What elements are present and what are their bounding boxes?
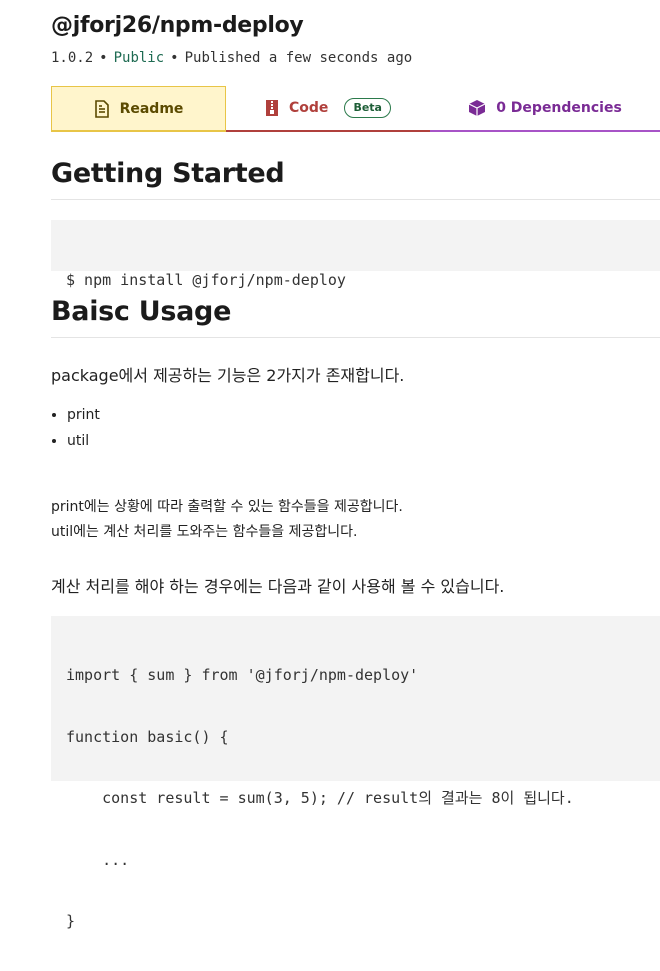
cube-icon — [468, 100, 486, 116]
version-label: 1.0.2 — [51, 50, 94, 66]
feature-list: print util — [51, 402, 100, 454]
zip-file-icon — [266, 100, 279, 116]
list-item: print — [67, 402, 100, 428]
meta-separator: • — [99, 50, 108, 66]
code-line: import { sum } from '@jforj/npm-deploy' — [66, 666, 419, 684]
code-line: ... — [66, 850, 130, 869]
description-line: print에는 상황에 따라 출력할 수 있는 함수들을 제공합니다. — [51, 499, 403, 515]
beta-badge: Beta — [344, 98, 391, 118]
tab-dependencies-label: 0 Dependencies — [496, 100, 622, 116]
document-icon — [94, 99, 109, 118]
tab-dependencies[interactable]: 0 Dependencies — [430, 86, 660, 132]
heading-basic-usage: Baisc Usage — [51, 296, 660, 338]
tab-code[interactable]: Code Beta — [226, 86, 430, 132]
package-title: @jforj26/npm-deploy — [51, 13, 304, 38]
usage-intro: 계산 처리를 해야 하는 경우에는 다음과 같이 사용해 볼 수 있습니다. — [51, 577, 505, 596]
code-line: const result = sum(3, 5); // result의 결과는… — [66, 789, 574, 807]
tab-readme[interactable]: Readme — [51, 86, 226, 132]
description-line: util에는 계산 처리를 도와주는 함수들을 제공합니다. — [51, 524, 358, 540]
package-meta: 1.0.2 • Public • Published a few seconds ago — [51, 50, 412, 66]
code-line: } — [66, 912, 76, 930]
tab-readme-label: Readme — [119, 100, 184, 117]
visibility-label: Public — [113, 50, 165, 66]
install-code-block: $ npm install @jforj/npm-deploy — [51, 220, 660, 289]
intro-paragraph: package에서 제공하는 기능은 2가지가 존재합니다. — [51, 366, 405, 385]
install-command: $ npm install @jforj/npm-deploy — [66, 271, 346, 289]
list-item: util — [67, 428, 100, 454]
package-tabs: Readme Code Beta 0 Dependencies — [51, 86, 660, 132]
heading-getting-started: Getting Started — [51, 158, 660, 200]
published-label: Published a few seconds ago — [184, 50, 413, 66]
tab-code-label: Code — [289, 100, 329, 116]
usage-code-block: import { sum } from '@jforj/npm-deploy' … — [51, 616, 660, 930]
code-line: function basic() { — [66, 727, 229, 746]
meta-separator: • — [170, 50, 179, 66]
